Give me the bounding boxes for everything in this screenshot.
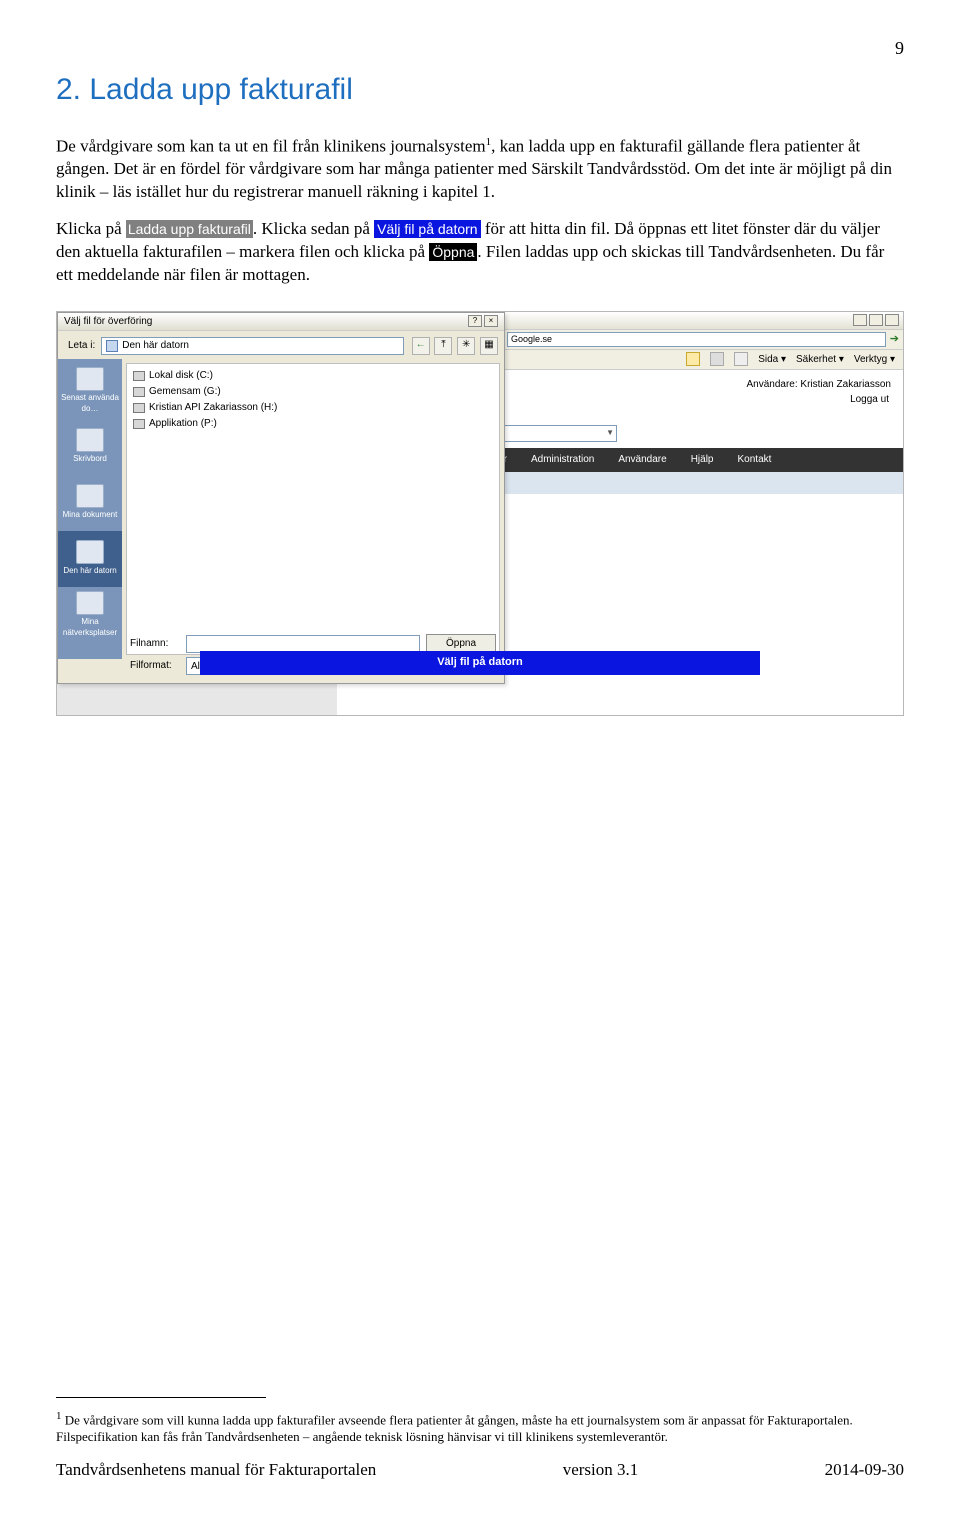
lookin-value: Den här datorn bbox=[122, 339, 189, 353]
chip-upload: Ladda upp fakturafil bbox=[126, 220, 253, 238]
paragraph-1: De vårdgivare som kan ta ut en fil från … bbox=[56, 135, 904, 204]
drive-c-label: Lokal disk (C:) bbox=[149, 369, 213, 383]
place-network-label: Mina nätverksplatser bbox=[58, 617, 122, 639]
embedded-screenshot: Google.se ➔ Sida ▾ Säkerhet ▾ Verktyg ▾ … bbox=[56, 311, 904, 716]
paragraph-2: Klicka på Ladda upp fakturafil. Klicka s… bbox=[56, 218, 904, 287]
dialog-titlebar: Välj fil för överföring ? × bbox=[58, 313, 504, 331]
place-desktop[interactable]: Skrivbord bbox=[58, 419, 122, 475]
place-computer[interactable]: Den här datorn bbox=[58, 531, 122, 587]
dialog-title: Välj fil för överföring bbox=[64, 315, 152, 329]
choose-file-button[interactable]: Välj fil på datorn bbox=[200, 651, 760, 675]
menu-help[interactable]: Hjälp bbox=[679, 453, 726, 467]
drive-c[interactable]: Lokal disk (C:) bbox=[133, 368, 493, 384]
dialog-help-icon[interactable]: ? bbox=[468, 315, 482, 327]
drive-p[interactable]: Applikation (P:) bbox=[133, 416, 493, 432]
feed-icon[interactable] bbox=[710, 352, 724, 366]
place-recent[interactable]: Senast använda do… bbox=[58, 363, 122, 419]
footer-left: Tandvårdsenhetens manual för Fakturaport… bbox=[56, 1459, 376, 1482]
dialog-close-icon[interactable]: × bbox=[484, 315, 498, 327]
max-icon[interactable] bbox=[869, 314, 883, 326]
filename-label: Filnamn: bbox=[130, 637, 180, 651]
dialog-window-buttons: ? × bbox=[468, 315, 498, 327]
view-icon[interactable]: ▦ bbox=[480, 337, 498, 355]
new-folder-icon[interactable]: ✳ bbox=[457, 337, 475, 355]
tb-security[interactable]: Säkerhet ▾ bbox=[796, 353, 844, 367]
chip-choose-file: Välj fil på datorn bbox=[374, 220, 480, 238]
place-recent-label: Senast använda do… bbox=[58, 393, 122, 415]
menu-admin[interactable]: Administration bbox=[519, 453, 606, 467]
mail-icon[interactable] bbox=[734, 352, 748, 366]
dialog-nav-buttons: ← ⤒ ✳ ▦ bbox=[410, 337, 498, 355]
footnote-text: De vårdgivare som vill kunna ladda upp f… bbox=[56, 1412, 853, 1444]
menu-contact[interactable]: Kontakt bbox=[726, 453, 784, 467]
lookin-combo[interactable]: Den här datorn bbox=[101, 337, 403, 355]
back-icon[interactable]: ← bbox=[412, 337, 430, 355]
page-footer: Tandvårdsenhetens manual för Fakturaport… bbox=[56, 1459, 904, 1482]
footer-center: version 3.1 bbox=[563, 1459, 639, 1482]
place-network[interactable]: Mina nätverksplatser bbox=[58, 587, 122, 643]
drive-p-label: Applikation (P:) bbox=[149, 417, 217, 431]
drive-g-label: Gemensam (G:) bbox=[149, 385, 221, 399]
browser-address-bar: Google.se ➔ bbox=[503, 330, 903, 350]
close-icon[interactable] bbox=[885, 314, 899, 326]
place-documents[interactable]: Mina dokument bbox=[58, 475, 122, 531]
computer-icon bbox=[106, 340, 118, 352]
chip-open: Öppna bbox=[429, 243, 477, 261]
place-computer-label: Den här datorn bbox=[63, 566, 116, 577]
footnote-separator bbox=[56, 1397, 266, 1398]
drive-g[interactable]: Gemensam (G:) bbox=[133, 384, 493, 400]
up-icon[interactable]: ⤒ bbox=[434, 337, 452, 355]
file-list[interactable]: Lokal disk (C:) Gemensam (G:) Kristian A… bbox=[126, 363, 500, 655]
tb-tools[interactable]: Verktyg ▾ bbox=[854, 353, 895, 367]
home-icon[interactable] bbox=[686, 352, 700, 366]
place-desktop-label: Skrivbord bbox=[73, 454, 107, 465]
file-dialog: Välj fil för överföring ? × Leta i: Den … bbox=[57, 312, 505, 684]
footer-right: 2014-09-30 bbox=[825, 1459, 904, 1482]
footnote: 1 De vårdgivare som vill kunna ladda upp… bbox=[56, 1409, 904, 1446]
lookin-label: Leta i: bbox=[68, 339, 95, 353]
search-field[interactable]: Google.se bbox=[507, 332, 886, 347]
min-icon[interactable] bbox=[853, 314, 867, 326]
place-documents-label: Mina dokument bbox=[63, 510, 118, 521]
tb-page[interactable]: Sida ▾ bbox=[758, 353, 786, 367]
drive-h-label: Kristian API Zakariasson (H:) bbox=[149, 401, 277, 415]
section-heading: 2. Ladda upp fakturafil bbox=[56, 70, 904, 111]
page-number: 9 bbox=[895, 36, 904, 60]
lookin-row: Leta i: Den här datorn ← ⤒ ✳ ▦ bbox=[58, 331, 504, 359]
filetype-label: Filformat: bbox=[130, 659, 180, 673]
browser-window-buttons bbox=[503, 312, 903, 330]
logout-link[interactable]: Logga ut bbox=[850, 393, 889, 415]
search-placeholder: Google.se bbox=[511, 333, 552, 345]
drive-h[interactable]: Kristian API Zakariasson (H:) bbox=[133, 400, 493, 416]
menu-users[interactable]: Användare bbox=[606, 453, 678, 467]
go-icon[interactable]: ➔ bbox=[890, 332, 899, 347]
para2-b: . Klicka sedan på bbox=[253, 219, 374, 238]
places-bar: Senast använda do… Skrivbord Mina dokume… bbox=[58, 359, 122, 659]
para2-a: Klicka på bbox=[56, 219, 126, 238]
para1-a: De vårdgivare som kan ta ut en fil från … bbox=[56, 136, 486, 155]
